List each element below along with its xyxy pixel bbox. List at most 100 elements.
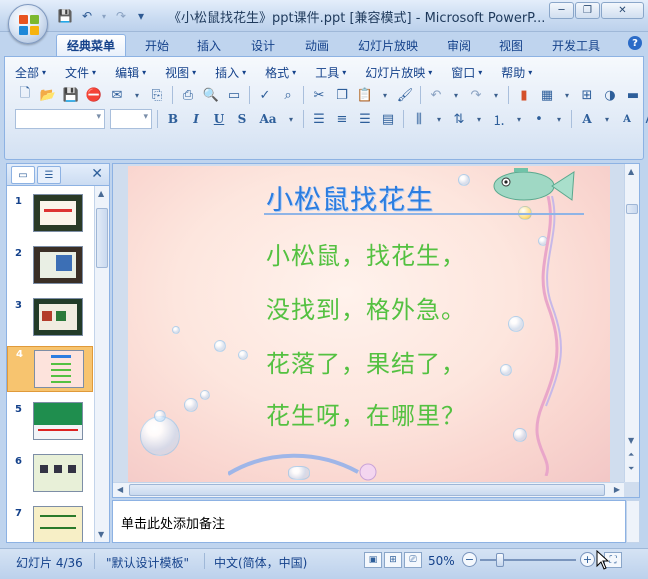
slide-canvas[interactable]: 小松鼠找花生 小松鼠，找花生， 没找到，格外急。 花落了，果结了， 花生呀，在哪… [128, 166, 610, 482]
zoom-level[interactable]: 50% [428, 554, 455, 568]
grid-icon[interactable]: ⊞ [577, 85, 597, 105]
format-painter-icon[interactable]: 🖌 [395, 85, 415, 105]
text-direction-dropdown-icon[interactable]: ▾ [472, 109, 486, 129]
help-icon[interactable]: ? [628, 36, 642, 50]
slide-thumbnail-1[interactable]: 1 [7, 194, 93, 240]
clear-format-icon[interactable]: A [640, 109, 648, 129]
new-file-icon[interactable]: 🗋 [15, 85, 35, 105]
scroll-thumb[interactable] [129, 484, 605, 496]
slide-sorter-icon[interactable]: ⊞ [384, 552, 402, 568]
outline-icon[interactable]: ▭ [224, 85, 244, 105]
scroll-up-icon[interactable]: ▲ [628, 167, 634, 176]
slide-thumbnail-6[interactable]: 6 [7, 454, 93, 500]
bullets-dropdown-icon[interactable]: ▾ [552, 109, 566, 129]
change-case-button[interactable]: Aa [255, 109, 281, 129]
scroll-thumb[interactable] [96, 208, 108, 268]
email-dropdown-icon[interactable]: ▾ [130, 85, 144, 105]
menu-view[interactable]: 视图 ▾ [165, 63, 196, 81]
tab-animation[interactable]: 动画 [296, 34, 338, 56]
slide-thumbnail-2[interactable]: 2 [7, 246, 93, 292]
slide-thumbnail-3[interactable]: 3 [7, 298, 93, 344]
scroll-down-icon[interactable]: ▼ [628, 436, 634, 445]
tab-developer[interactable]: 开发工具 [544, 34, 608, 56]
zoom-in-icon[interactable]: + [580, 552, 595, 567]
font-color-button[interactable]: A [577, 109, 597, 129]
email-icon[interactable]: ✉ [107, 85, 127, 105]
columns-icon[interactable]: ⫼ [409, 109, 429, 129]
tab-view[interactable]: 视图 [490, 34, 532, 56]
display-icon[interactable]: ▬ [623, 85, 643, 105]
save-icon[interactable]: 💾 [61, 85, 81, 105]
restore-button[interactable]: ❐ [575, 2, 600, 19]
align-right-icon[interactable]: ☰ [355, 109, 375, 129]
table-dropdown-icon[interactable]: ▾ [560, 85, 574, 105]
office-button[interactable] [8, 4, 48, 44]
undo-dropdown-icon[interactable]: ▾ [100, 7, 108, 25]
menu-edit[interactable]: 编辑 ▾ [115, 63, 146, 81]
bullets-icon[interactable]: • [529, 109, 549, 129]
align-left-icon[interactable]: ☰ [309, 109, 329, 129]
tab-insert[interactable]: 插入 [188, 34, 230, 56]
undo-dropdown-icon[interactable]: ▾ [449, 85, 463, 105]
outline-tab[interactable]: ☰ [37, 166, 61, 184]
menu-window[interactable]: 窗口 ▾ [451, 63, 482, 81]
menu-format[interactable]: 格式 ▾ [265, 63, 296, 81]
tab-review[interactable]: 审阅 [438, 34, 480, 56]
close-button[interactable]: ✕ [601, 2, 644, 19]
align-center-icon[interactable]: ≡ [332, 109, 352, 129]
zoom-slider[interactable] [480, 559, 576, 561]
next-slide-icon[interactable]: ⏷ [628, 464, 634, 474]
menu-tools[interactable]: 工具 ▾ [315, 63, 346, 81]
italic-button[interactable]: I [186, 109, 206, 129]
slide-thumbnail-5[interactable]: 5 [7, 402, 93, 448]
redo-icon[interactable]: ↷ [466, 85, 486, 105]
zoom-slider-thumb[interactable] [496, 553, 504, 567]
menu-file[interactable]: 文件 ▾ [65, 63, 96, 81]
justify-icon[interactable]: ▤ [378, 109, 398, 129]
table-icon[interactable]: ▦ [537, 85, 557, 105]
scroll-thumb[interactable] [626, 204, 638, 214]
change-case-dropdown-icon[interactable]: ▾ [284, 109, 298, 129]
notes-scrollbar[interactable] [626, 500, 640, 543]
zoom-out-icon[interactable]: − [462, 552, 477, 567]
print-icon[interactable]: ⎙ [178, 85, 198, 105]
slide-text-line-2[interactable]: 没找到，格外急。 [266, 290, 466, 325]
slide-vertical-scrollbar[interactable]: ▲ ▼ ⏶ ⏷ [624, 164, 639, 482]
tab-slideshow[interactable]: 幻灯片放映 [352, 34, 424, 56]
slides-tab[interactable]: ▭ [11, 166, 35, 184]
columns-dropdown-icon[interactable]: ▾ [432, 109, 446, 129]
minimize-button[interactable]: ─ [549, 2, 574, 19]
research-icon[interactable]: ⌕ [278, 85, 298, 105]
slide-thumbnail-4[interactable]: 4 [7, 346, 93, 392]
normal-view-icon[interactable]: ▣ [364, 552, 382, 568]
publish-icon[interactable]: ⎘ [147, 85, 167, 105]
scroll-down-icon[interactable]: ▼ [98, 530, 104, 539]
slide-title[interactable]: 小松鼠找花生 [266, 178, 434, 217]
thumbnail-scrollbar[interactable]: ▲ ▼ [94, 186, 109, 542]
font-name-combo[interactable] [15, 109, 105, 129]
save-icon[interactable]: 💾 [56, 7, 74, 25]
scroll-left-icon[interactable]: ◀ [117, 485, 123, 494]
slide-text-line-3[interactable]: 花落了，果结了， [266, 344, 466, 379]
tab-home[interactable]: 开始 [136, 34, 178, 56]
print-preview-icon[interactable]: 🔍 [201, 85, 221, 105]
scroll-up-icon[interactable]: ▲ [98, 189, 104, 198]
tab-classic-menu[interactable]: 经典菜单 [56, 34, 126, 56]
decrease-font-button[interactable]: A [617, 109, 637, 129]
spelling-icon[interactable]: ✓ [255, 85, 275, 105]
slide-horizontal-scrollbar[interactable]: ◀ ▶ [113, 482, 624, 497]
numbering-dropdown-icon[interactable]: ▾ [512, 109, 526, 129]
bold-button[interactable]: B [163, 109, 183, 129]
scroll-right-icon[interactable]: ▶ [614, 485, 620, 494]
permission-icon[interactable]: ⛔ [84, 85, 104, 105]
color-grayscale-icon[interactable]: ◑ [600, 85, 620, 105]
redo-dropdown-icon[interactable]: ▾ [489, 85, 503, 105]
chart-icon[interactable]: ▮ [514, 85, 534, 105]
redo-icon[interactable]: ↷ [112, 7, 130, 25]
menu-insert[interactable]: 插入 ▾ [215, 63, 246, 81]
font-size-combo[interactable] [110, 109, 152, 129]
menu-slideshow[interactable]: 幻灯片放映 ▾ [365, 63, 432, 81]
notes-pane[interactable]: 单击此处添加备注 [112, 500, 626, 543]
shadow-button[interactable]: S [232, 109, 252, 129]
cut-icon[interactable]: ✂ [309, 85, 329, 105]
